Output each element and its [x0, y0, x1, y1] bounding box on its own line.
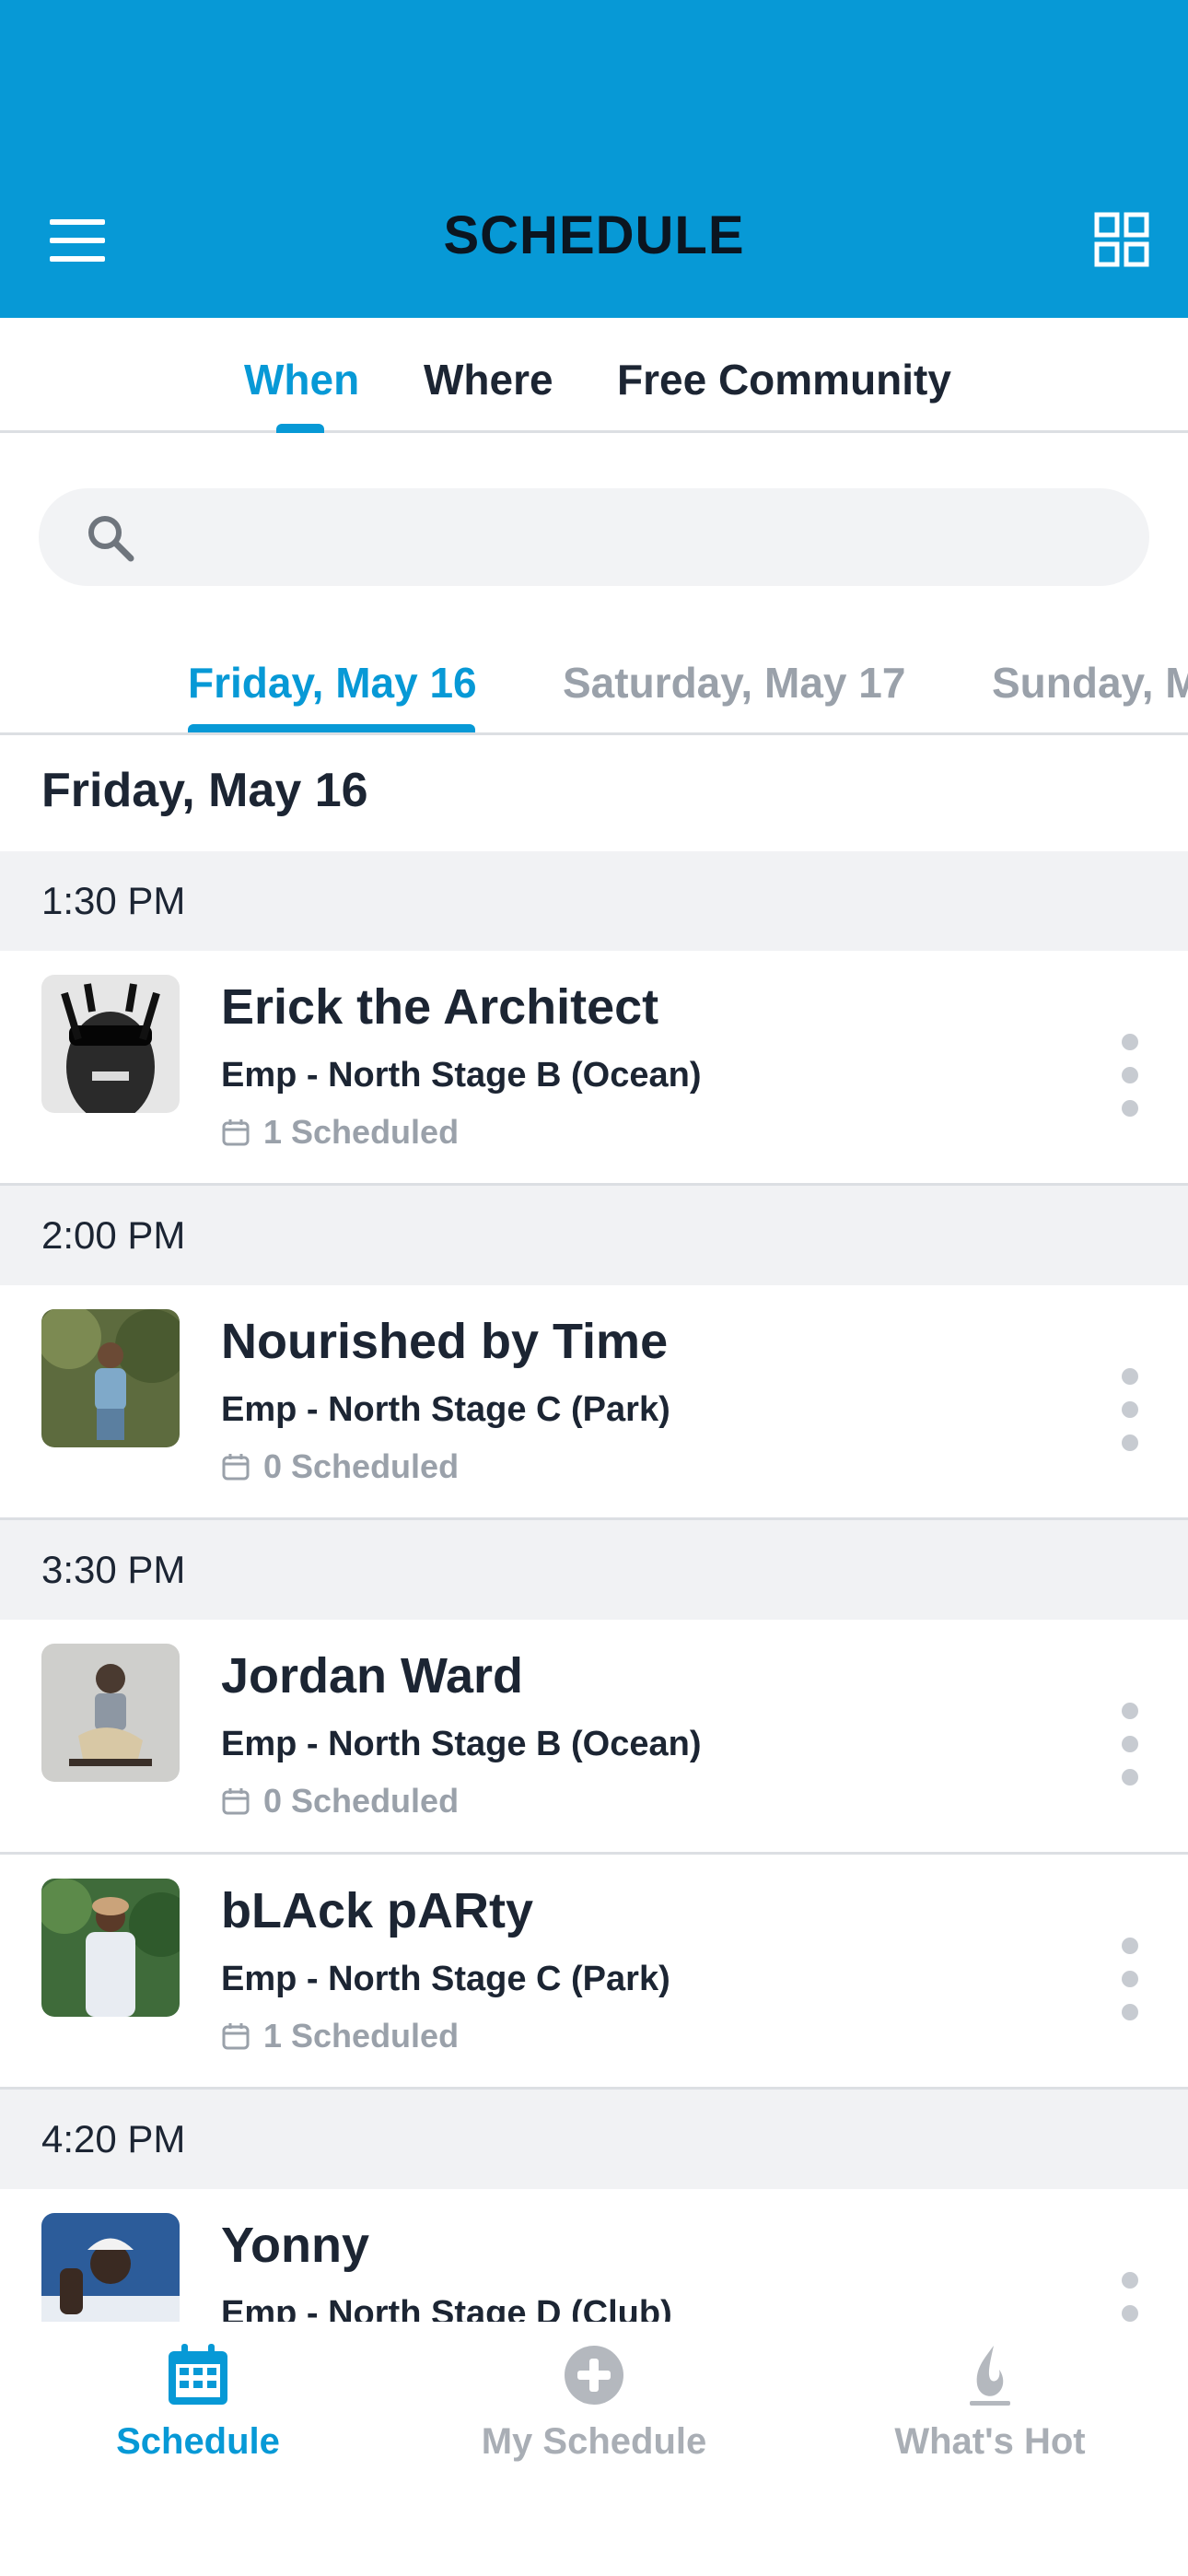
search-bar[interactable]: [39, 488, 1149, 586]
day-tabs: Friday, May 16 Saturday, May 17 Sunday, …: [0, 636, 1188, 735]
page-title: SCHEDULE: [443, 205, 745, 265]
nav-my-schedule-label: My Schedule: [481, 2421, 707, 2462]
scheduled-count: 1 Scheduled: [221, 2017, 459, 2055]
scheduled-count-text: 0 Scheduled: [263, 1782, 460, 1820]
event-stage: Emp - North Stage D (Club): [221, 2294, 672, 2322]
calendar-icon: [169, 2344, 227, 2405]
more-options-icon[interactable]: [1116, 2272, 1144, 2322]
nav-my-schedule[interactable]: My Schedule: [456, 2342, 732, 2463]
list-item[interactable]: Jordan Ward Emp - North Stage B (Ocean) …: [0, 1620, 1188, 1855]
time-header: 2:00 PM: [0, 1186, 1188, 1285]
nav-schedule[interactable]: Schedule: [60, 2342, 336, 2463]
search-icon: [88, 516, 134, 562]
list-item[interactable]: bLAck pARty Emp - North Stage C (Park) 1…: [0, 1855, 1188, 2090]
plus-circle-icon: [565, 2346, 623, 2405]
calendar-small-icon: [222, 1788, 250, 1815]
event-stage: Emp - North Stage B (Ocean): [221, 1056, 702, 1095]
tab-free-community[interactable]: Free Community: [617, 355, 951, 404]
tab-where[interactable]: Where: [424, 355, 553, 404]
event-title: bLAck pARty: [221, 1883, 534, 1938]
artist-photo: [41, 1309, 180, 1447]
day-tab-saturday[interactable]: Saturday, May 17: [563, 658, 905, 708]
calendar-small-icon: [222, 1119, 250, 1146]
calendar-small-icon: [222, 1454, 250, 1481]
time-header: 1:30 PM: [0, 851, 1188, 951]
app-header: SCHEDULE: [0, 0, 1188, 318]
artist-photo: [41, 2213, 180, 2322]
list-item[interactable]: Erick the Architect Emp - North Stage B …: [0, 951, 1188, 1186]
artist-photo: [41, 1644, 180, 1782]
active-day-indicator: [188, 724, 475, 732]
day-tab-sunday[interactable]: Sunday, M: [992, 658, 1188, 708]
nav-whats-hot-label: What's Hot: [894, 2421, 1086, 2462]
list-item[interactable]: Nourished by Time Emp - North Stage C (P…: [0, 1285, 1188, 1520]
event-stage: Emp - North Stage C (Park): [221, 1390, 670, 1429]
bottom-navigation: Schedule My Schedule What's Hot: [0, 2322, 1188, 2576]
event-title: Yonny: [221, 2218, 369, 2273]
scheduled-count: 1 Scheduled: [221, 1113, 459, 1152]
more-options-icon[interactable]: [1116, 1034, 1144, 1117]
scheduled-count: 0 Scheduled: [221, 1782, 459, 1821]
schedule-list[interactable]: 1:30 PM Erick the Architect Emp - North …: [0, 851, 1188, 2322]
scheduled-count-text: 1 Scheduled: [263, 1113, 460, 1151]
filter-tabs: When Where Free Community: [0, 318, 1188, 433]
more-options-icon[interactable]: [1116, 1368, 1144, 1451]
day-heading: Friday, May 16: [41, 764, 368, 817]
time-header: 3:30 PM: [0, 1520, 1188, 1620]
scheduled-count-text: 0 Scheduled: [263, 1447, 460, 1485]
event-title: Nourished by Time: [221, 1314, 669, 1369]
time-header: 4:20 PM: [0, 2090, 1188, 2189]
flame-icon: [970, 2346, 1010, 2406]
artist-photo: [41, 975, 180, 1113]
more-options-icon[interactable]: [1116, 1938, 1144, 2020]
list-item[interactable]: Yonny Emp - North Stage D (Club): [0, 2189, 1188, 2322]
calendar-small-icon: [222, 2023, 250, 2050]
event-stage: Emp - North Stage B (Ocean): [221, 1725, 702, 1763]
more-options-icon[interactable]: [1116, 1703, 1144, 1786]
artist-photo: [41, 1879, 180, 2017]
active-tab-indicator: [276, 424, 324, 433]
event-title: Jordan Ward: [221, 1648, 524, 1704]
event-title: Erick the Architect: [221, 979, 659, 1035]
day-tab-friday[interactable]: Friday, May 16: [188, 658, 477, 708]
scheduled-count: 0 Scheduled: [221, 1447, 459, 1486]
event-stage: Emp - North Stage C (Park): [221, 1960, 670, 1998]
nav-whats-hot[interactable]: What's Hot: [852, 2342, 1128, 2463]
nav-schedule-label: Schedule: [116, 2421, 280, 2462]
search-input[interactable]: [149, 488, 1125, 586]
tab-when[interactable]: When: [244, 355, 359, 404]
grid-view-icon[interactable]: [1094, 212, 1149, 267]
scheduled-count-text: 1 Scheduled: [263, 2017, 460, 2055]
